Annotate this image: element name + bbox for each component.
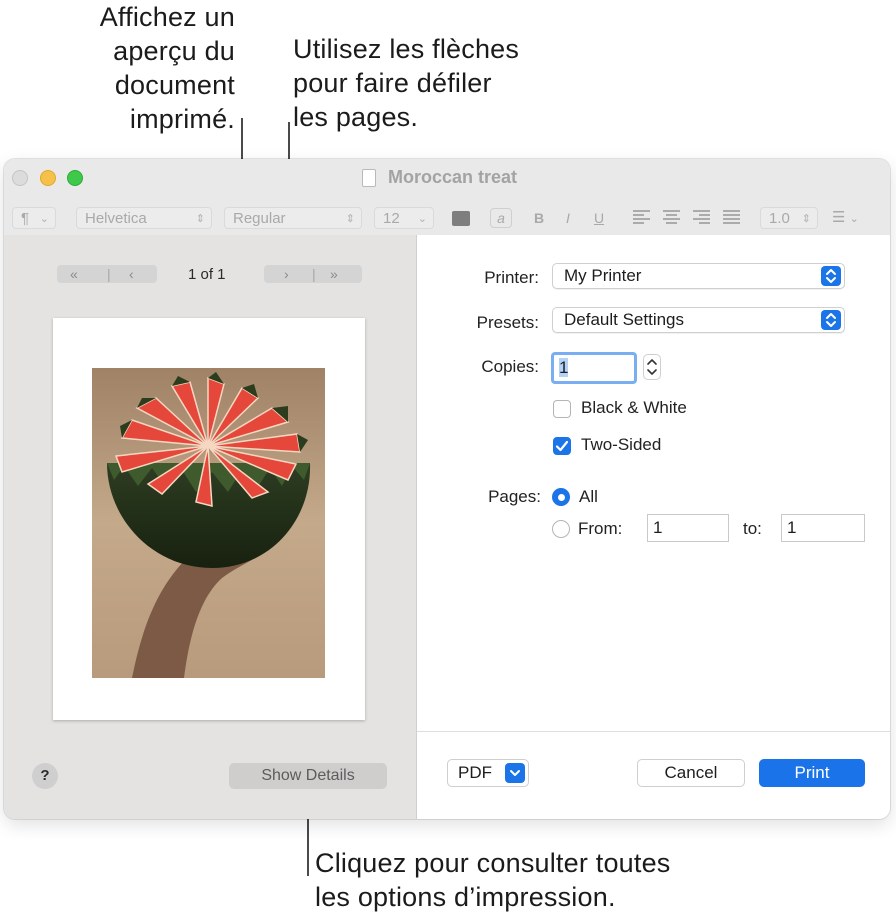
font-size-popup[interactable]: 12 ⌄ xyxy=(374,207,434,229)
pdf-label: PDF xyxy=(458,763,492,782)
last-page-icon[interactable]: » xyxy=(330,265,338,283)
black-white-checkbox[interactable] xyxy=(553,400,571,418)
print-preview-page xyxy=(53,318,365,720)
next-page-icon[interactable]: › xyxy=(284,265,289,283)
footer-divider xyxy=(417,731,890,732)
pdf-menu-button[interactable]: PDF xyxy=(447,759,529,787)
chevron-down-icon: ⌄ xyxy=(39,213,49,225)
black-white-label: Black & White xyxy=(581,398,687,417)
pages-to-label: to: xyxy=(743,519,762,538)
callout-details-text: Cliquez pour consulter toutes les option… xyxy=(315,848,671,912)
underline-button[interactable]: U xyxy=(594,207,604,229)
highlight-color-button[interactable]: a xyxy=(490,208,512,228)
callout-preview-text: Affichez un aperçu du document imprimé. xyxy=(99,2,235,134)
pages-from-radio[interactable] xyxy=(552,520,570,538)
printer-popup[interactable]: My Printer xyxy=(552,263,845,289)
nav-divider: | xyxy=(312,266,316,282)
document-icon xyxy=(362,169,376,187)
align-justify-icon[interactable] xyxy=(723,210,740,226)
show-details-button[interactable]: Show Details xyxy=(229,763,387,789)
font-style-popup[interactable]: Regular ⇕ xyxy=(224,207,362,229)
updown-chevron-icon: ⇕ xyxy=(195,213,205,225)
presets-popup[interactable]: Default Settings xyxy=(552,307,845,333)
print-button[interactable]: Print xyxy=(759,759,865,787)
cancel-button[interactable]: Cancel xyxy=(637,759,745,787)
updown-chevron-icon xyxy=(821,266,841,286)
title-bar: Moroccan treat ¶ ⌄ Helvetica ⇕ Regular ⇕ 12… xyxy=(4,159,890,235)
font-family-label: Helvetica xyxy=(85,210,147,227)
align-right-icon[interactable] xyxy=(693,210,710,226)
pages-label: Pages: xyxy=(488,487,541,506)
minimize-window-button[interactable] xyxy=(40,170,56,186)
printer-value: My Printer xyxy=(564,266,642,285)
paragraph-style-popup[interactable]: ¶ ⌄ xyxy=(12,207,56,229)
italic-button[interactable]: I xyxy=(566,207,570,229)
text-color-well[interactable] xyxy=(452,211,470,226)
pages-all-radio[interactable] xyxy=(552,488,570,506)
presets-value: Default Settings xyxy=(564,310,685,329)
two-sided-checkbox[interactable] xyxy=(553,437,571,455)
font-family-popup[interactable]: Helvetica ⇕ xyxy=(76,207,212,229)
printer-label: Printer: xyxy=(484,268,539,287)
format-toolbar: ¶ ⌄ Helvetica ⇕ Regular ⇕ 12 ⌄ a B I U 1.0 ⇕ … xyxy=(4,203,890,233)
nav-divider: | xyxy=(107,266,111,282)
pages-all-label: All xyxy=(579,487,598,506)
copies-label: Copies: xyxy=(481,357,539,376)
print-sheet: « | ‹ 1 of 1 › | » ? Show Details Printe… xyxy=(4,235,890,819)
page-indicator: 1 of 1 xyxy=(188,266,226,283)
align-left-icon[interactable] xyxy=(633,210,650,226)
list-style-popup[interactable]: ☰ ⌄ xyxy=(832,207,878,229)
paragraph-icon: ¶ xyxy=(21,210,30,227)
presets-label: Presets: xyxy=(476,313,539,332)
app-window: Moroccan treat ¶ ⌄ Helvetica ⇕ Regular ⇕ 12… xyxy=(4,159,890,819)
updown-chevron-icon xyxy=(821,310,841,330)
two-sided-label: Two-Sided xyxy=(581,435,662,454)
page-back-controls[interactable]: « | ‹ xyxy=(57,265,157,283)
pages-to-field[interactable]: 1 xyxy=(781,514,865,542)
first-page-icon[interactable]: « xyxy=(70,265,78,283)
font-size-label: 12 xyxy=(383,210,400,227)
previous-page-icon[interactable]: ‹ xyxy=(129,265,134,283)
chevron-down-icon: ⌄ xyxy=(417,213,427,225)
pages-from-field[interactable]: 1 xyxy=(647,514,729,542)
page-forward-controls[interactable]: › | » xyxy=(264,265,362,283)
chevron-down-icon xyxy=(505,763,525,783)
callout-arrows-text: Utilisez les flèches pour faire défiler … xyxy=(293,34,520,132)
close-window-button[interactable] xyxy=(12,170,28,186)
copies-stepper[interactable] xyxy=(643,354,661,380)
watermelon-photo xyxy=(92,368,325,678)
window-title: Moroccan treat xyxy=(388,167,518,187)
updown-chevron-icon: ⇕ xyxy=(345,213,355,225)
print-settings-pane: Printer: My Printer Presets: Default Set… xyxy=(416,235,890,819)
preview-pane: « | ‹ 1 of 1 › | » ? Show Details xyxy=(4,235,416,819)
updown-chevron-icon: ⇕ xyxy=(801,213,811,225)
line-spacing-popup[interactable]: 1.0 ⇕ xyxy=(760,207,818,229)
chevron-down-icon: ⌄ xyxy=(849,213,859,225)
help-button[interactable]: ? xyxy=(32,763,58,789)
font-style-label: Regular xyxy=(233,210,286,227)
pages-from-label: From: xyxy=(578,519,623,538)
list-icon: ☰ xyxy=(832,209,846,226)
bold-button[interactable]: B xyxy=(534,207,544,229)
copies-field[interactable]: 1 xyxy=(551,352,637,384)
align-center-icon[interactable] xyxy=(663,210,680,226)
copies-value: 1 xyxy=(559,358,569,377)
zoom-window-button[interactable] xyxy=(67,170,83,186)
line-spacing-label: 1.0 xyxy=(769,210,790,227)
